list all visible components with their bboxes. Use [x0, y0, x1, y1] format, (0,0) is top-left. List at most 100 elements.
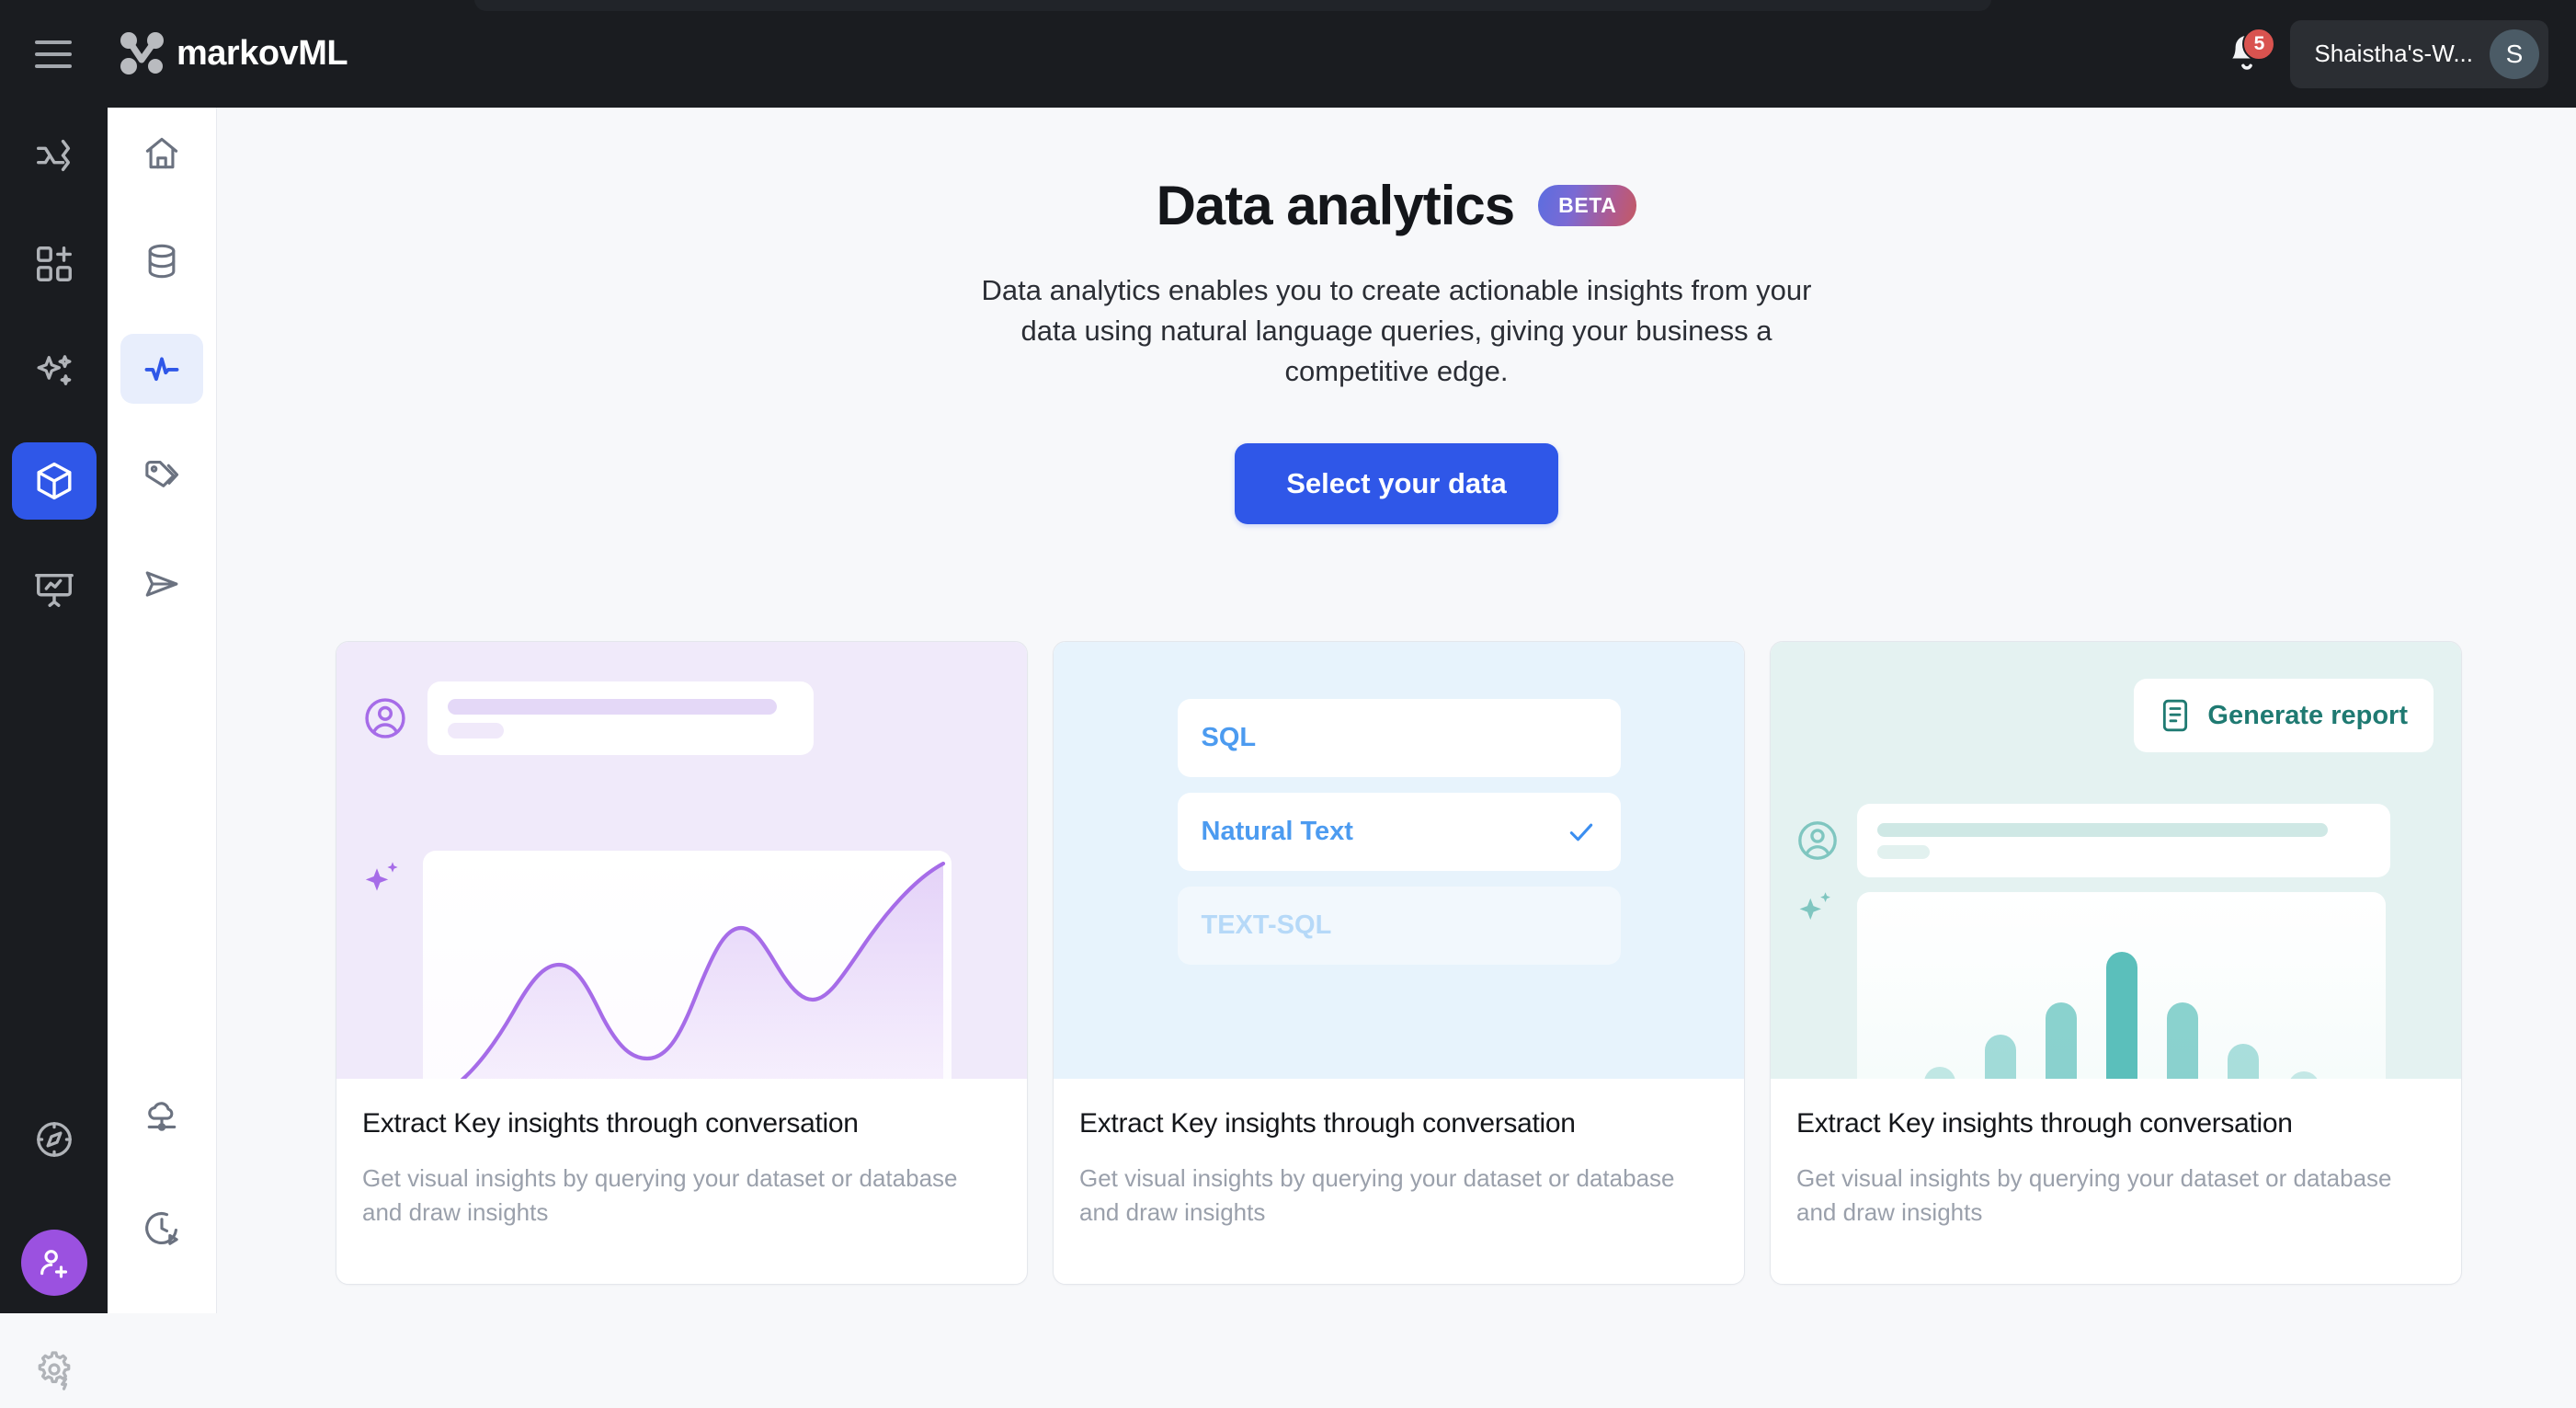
sparkle-decoration: [360, 858, 405, 907]
sidebar-item-tags[interactable]: [120, 441, 203, 511]
gear-bolt-icon: [38, 1351, 71, 1391]
sidebar-item-data-analytics[interactable]: [120, 334, 203, 404]
card-body: Extract Key insights through conversatio…: [1054, 1079, 1744, 1284]
database-icon: [148, 244, 176, 279]
sidebar-item-ai-studio[interactable]: [12, 334, 97, 411]
option-sql[interactable]: SQL: [1177, 699, 1621, 777]
page-subtitle: Data analytics enables you to create act…: [981, 274, 1812, 388]
main-content: Data analytics BETA Data analytics enabl…: [217, 108, 2576, 1313]
card-description: Get visual insights by querying your dat…: [1079, 1163, 1675, 1227]
markov-logo-icon: [120, 32, 164, 74]
line-chart-panel: [423, 851, 952, 1079]
sidebar-item-apps[interactable]: [12, 225, 97, 303]
option-label: Natural Text: [1201, 817, 1353, 846]
hamburger-icon[interactable]: [35, 40, 72, 68]
sidebar-item-invite-user[interactable]: [21, 1230, 87, 1296]
status-badge: BETA: [1538, 185, 1637, 226]
sidebar-item-home[interactable]: [120, 119, 203, 189]
brand-name: markovML: [177, 34, 348, 73]
bar: [2287, 1071, 2320, 1079]
primary-sidebar: [0, 108, 108, 1391]
option-label: TEXT-SQL: [1201, 910, 1332, 940]
placeholder-line-long: [448, 698, 777, 715]
notification-badge: 5: [2242, 27, 2276, 61]
placeholder-line-long: [1877, 822, 2328, 837]
generate-report-card[interactable]: Generate report Extract Key insights thr…: [1770, 641, 2462, 1285]
bar: [1984, 1035, 2016, 1079]
compass-icon: [37, 1122, 72, 1157]
topbar-right-group: 5 Shaistha's-W... S: [2222, 0, 2548, 108]
chat-preview-row: [361, 681, 814, 755]
option-text-sql[interactable]: TEXT-SQL: [1177, 887, 1621, 965]
workspace-selector[interactable]: Shaistha's-W... S: [2290, 19, 2548, 88]
bar-chart-panel: [1857, 892, 2386, 1079]
top-navigation-bar: markovML 5 Shaistha's-W... S: [0, 0, 2576, 108]
pulse-icon: [144, 357, 179, 382]
card-title: Extract Key insights through conversatio…: [362, 1108, 859, 1139]
sidebar-item-models[interactable]: [12, 442, 97, 520]
user-circle-icon: [1798, 821, 1837, 860]
topbar-overlay-bar: [474, 0, 1991, 11]
page-title: Data analytics: [1156, 175, 1516, 236]
sparkles-icon: [365, 862, 398, 891]
document-list-icon: [2163, 699, 2188, 732]
sidebar-item-send[interactable]: [120, 549, 203, 619]
generate-report-label: Generate report: [2207, 700, 2408, 730]
secondary-sidebar: [108, 108, 217, 1313]
page-title-row: Data analytics BETA: [217, 174, 2576, 237]
card-visual-option-list: SQL Natural Text TEXT-SQL: [1054, 642, 1744, 1079]
bar: [2166, 1002, 2198, 1079]
tags-icon: [145, 461, 179, 487]
bar: [1923, 1067, 1955, 1079]
placeholder-line-short: [1877, 844, 1930, 859]
option-natural-text[interactable]: Natural Text: [1177, 793, 1621, 871]
notifications-button[interactable]: 5: [2222, 27, 2276, 79]
sparkle-decoration: [1795, 888, 1837, 935]
bar: [2045, 1002, 2077, 1079]
grid-plus-icon: [37, 246, 72, 281]
sidebar-item-workflows[interactable]: [12, 117, 97, 194]
user-circle-icon: [365, 698, 405, 738]
conversation-insights-card[interactable]: Extract Key insights through conversatio…: [336, 641, 1028, 1285]
generate-report-button[interactable]: Generate report: [2134, 679, 2434, 752]
workspace-name: Shaistha's-W...: [2314, 40, 2473, 67]
cloud-network-icon: [147, 1102, 177, 1131]
feature-cards: Extract Key insights through conversatio…: [336, 641, 2462, 1285]
sidebar-item-history[interactable]: [120, 1193, 203, 1263]
chat-bubble: [1857, 804, 2390, 877]
card-visual-bar-chart: Generate report: [1771, 642, 2461, 1079]
sidebar-item-cloud-connections[interactable]: [120, 1084, 203, 1154]
avatar: S: [2490, 29, 2539, 79]
card-description: Get visual insights by querying your dat…: [1796, 1163, 2392, 1227]
card-visual-line-chart: [336, 642, 1027, 1079]
bar: [2227, 1044, 2259, 1079]
area-line-chart: [460, 861, 946, 1079]
placeholder-line-short: [448, 722, 504, 738]
query-mode-card[interactable]: SQL Natural Text TEXT-SQL Extract Key in…: [1053, 641, 1745, 1285]
card-title: Extract Key insights through conversatio…: [1079, 1108, 1576, 1139]
shuffle-arrows-icon: [37, 139, 71, 172]
brand: markovML: [118, 29, 348, 77]
chat-preview-row: [1795, 804, 2390, 877]
clock-play-icon: [145, 1212, 178, 1245]
card-title: Extract Key insights through conversatio…: [1796, 1108, 2293, 1139]
sidebar-item-datasets[interactable]: [120, 226, 203, 296]
card-description: Get visual insights by querying your dat…: [362, 1163, 958, 1227]
bar: [2105, 952, 2137, 1079]
sidebar-item-explore[interactable]: [12, 1101, 97, 1178]
presentation-chart-icon: [35, 573, 74, 607]
paper-plane-icon: [145, 571, 178, 597]
sidebar-item-presentations[interactable]: [12, 551, 97, 628]
sparkles-icon: [37, 355, 72, 385]
cube-icon: [37, 462, 72, 500]
select-your-data-button[interactable]: Select your data: [1235, 443, 1558, 525]
home-icon: [145, 137, 178, 169]
user-plus-icon: [40, 1250, 68, 1278]
chat-bubble: [427, 681, 814, 755]
sidebar-item-settings[interactable]: [12, 1331, 97, 1408]
card-body: Extract Key insights through conversatio…: [1771, 1079, 2461, 1284]
option-label: SQL: [1201, 723, 1257, 752]
check-icon: [1569, 823, 1592, 841]
cta-wrapper: Select your data: [217, 443, 2576, 525]
hero-section: Data analytics BETA Data analytics enabl…: [217, 108, 2576, 525]
